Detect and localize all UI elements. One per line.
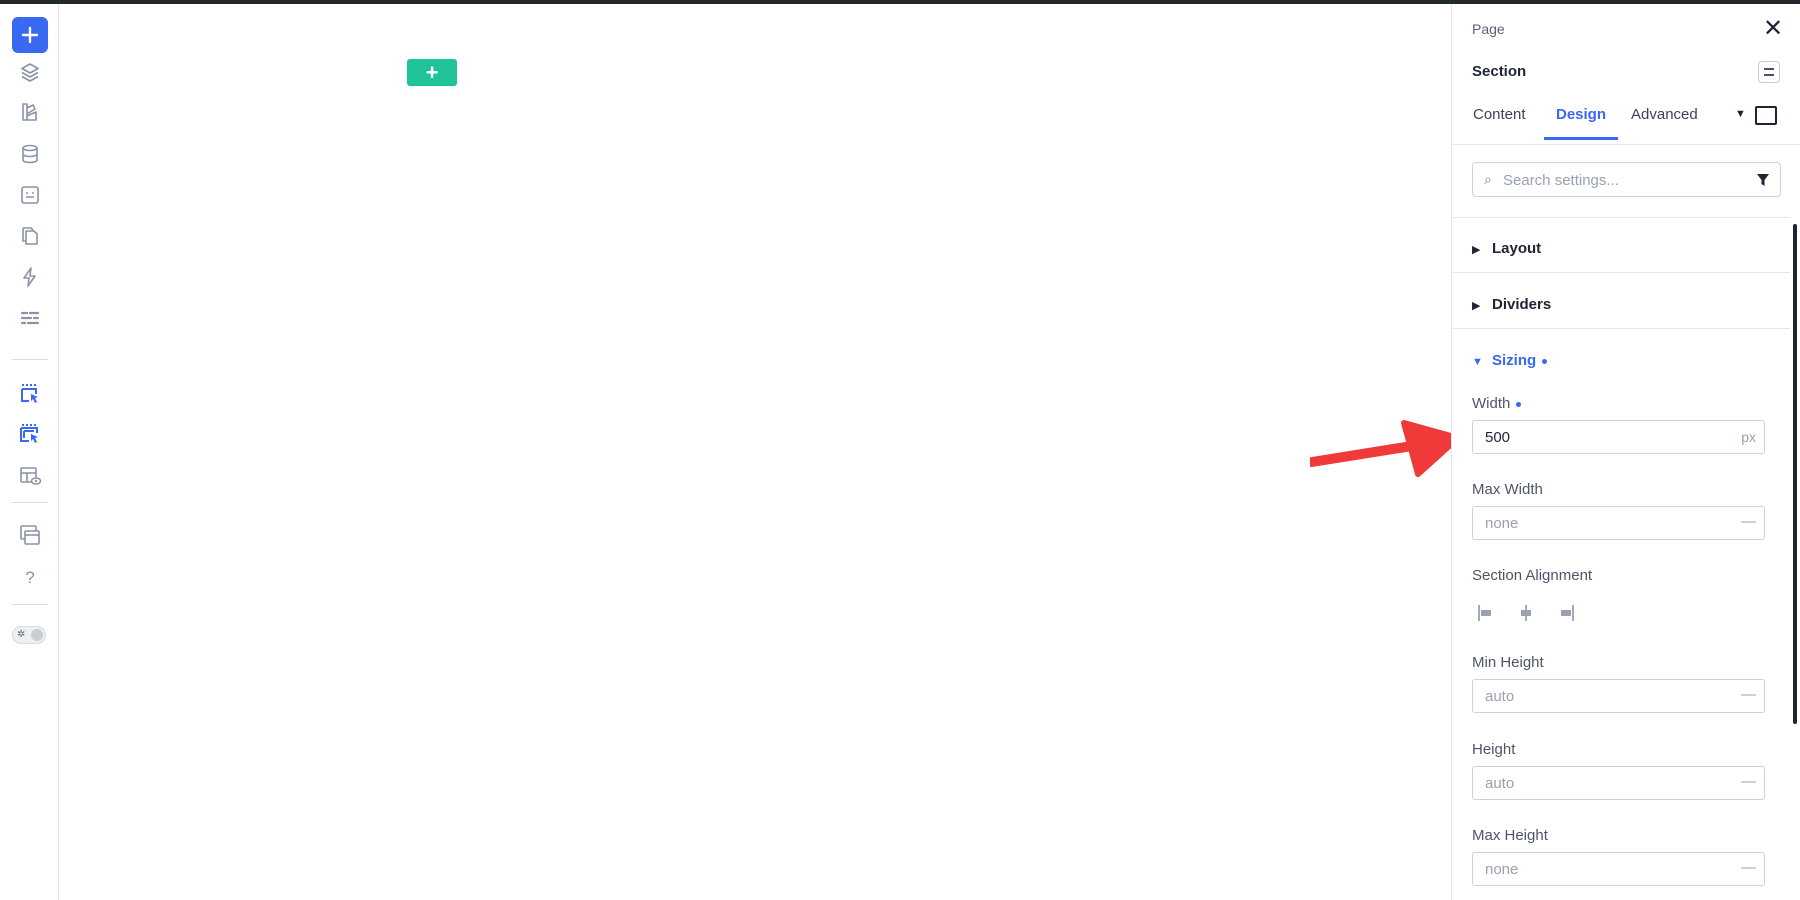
unit-selector[interactable]: — bbox=[1741, 773, 1756, 790]
section-divider bbox=[1452, 217, 1790, 218]
preview-icon bbox=[20, 467, 42, 485]
align-left-icon bbox=[1478, 605, 1491, 621]
rail-divider bbox=[12, 604, 48, 605]
accordion-label: Layout bbox=[1492, 240, 1542, 257]
unit-selector[interactable]: — bbox=[1741, 513, 1756, 530]
align-right-icon bbox=[1561, 605, 1574, 621]
unit-selector[interactable]: — bbox=[1741, 686, 1756, 703]
modified-indicator bbox=[1542, 358, 1548, 364]
interactions-icon bbox=[23, 267, 36, 287]
select-element-icon bbox=[21, 384, 38, 403]
plus-icon bbox=[21, 26, 39, 44]
height-label: Height bbox=[1472, 741, 1516, 758]
sun-icon: ✲ bbox=[17, 629, 26, 640]
align-center-icon bbox=[1521, 605, 1531, 621]
caret-right-icon: ▶ bbox=[1472, 244, 1481, 256]
rail-divider bbox=[12, 502, 48, 503]
height-field: — bbox=[1472, 766, 1765, 800]
panel-title: Section bbox=[1472, 63, 1527, 80]
caret-right-icon: ▶ bbox=[1472, 300, 1481, 312]
tab-design[interactable]: Design bbox=[1544, 106, 1619, 140]
components-button[interactable] bbox=[12, 94, 48, 130]
section-divider bbox=[1452, 272, 1790, 273]
field-label-text: Width bbox=[1472, 395, 1511, 412]
align-left-button[interactable] bbox=[1472, 600, 1498, 626]
help-button[interactable]: ? bbox=[12, 560, 48, 596]
unit-selector[interactable]: px bbox=[1741, 429, 1756, 445]
plus-icon: + bbox=[425, 59, 439, 85]
select-element-button[interactable] bbox=[12, 376, 48, 412]
windows-icon bbox=[20, 525, 40, 545]
settings-button[interactable] bbox=[12, 300, 48, 336]
panel-tabs: Content Design Advanced ▼ bbox=[1452, 94, 1800, 145]
accordion-layout[interactable]: ▶ Layout bbox=[1472, 240, 1541, 257]
caret-down-icon: ▼ bbox=[1472, 356, 1483, 368]
min-height-input[interactable] bbox=[1485, 685, 1715, 707]
accordion-sizing[interactable]: ▼ Sizing bbox=[1472, 352, 1548, 369]
section-options-icon[interactable] bbox=[1758, 61, 1780, 83]
database-button[interactable] bbox=[12, 136, 48, 172]
select-parent-icon bbox=[20, 424, 38, 443]
width-field: px bbox=[1472, 420, 1765, 454]
close-icon: ✕ bbox=[1762, 15, 1784, 42]
settings-panel: Page ✕ Section Content Design Advanced ▼… bbox=[1451, 4, 1800, 900]
panel-scrollbar[interactable] bbox=[1793, 224, 1797, 724]
layers-icon bbox=[21, 63, 39, 82]
modified-indicator bbox=[1516, 401, 1522, 407]
width-label: Width bbox=[1472, 395, 1522, 412]
left-toolbar: ? ✲ bbox=[0, 4, 59, 900]
accordion-label: Sizing bbox=[1492, 352, 1537, 369]
section-alignment-label: Section Alignment bbox=[1472, 567, 1593, 584]
max-width-input[interactable] bbox=[1485, 512, 1715, 534]
layers-button[interactable] bbox=[12, 54, 48, 90]
max-height-label: Max Height bbox=[1472, 827, 1548, 844]
template-button[interactable] bbox=[12, 177, 48, 213]
min-height-field: — bbox=[1472, 679, 1765, 713]
search-input[interactable] bbox=[1503, 168, 1743, 192]
max-width-label: Max Width bbox=[1472, 481, 1543, 498]
tab-advanced[interactable]: Advanced bbox=[1631, 106, 1698, 137]
align-right-button[interactable] bbox=[1554, 600, 1580, 626]
section-divider bbox=[1452, 328, 1790, 329]
width-input[interactable] bbox=[1485, 426, 1715, 448]
align-center-button[interactable] bbox=[1513, 600, 1539, 626]
interactions-button[interactable] bbox=[12, 259, 48, 295]
min-height-label: Min Height bbox=[1472, 654, 1544, 671]
tab-content[interactable]: Content bbox=[1473, 106, 1526, 137]
theme-toggle[interactable]: ✲ bbox=[12, 626, 46, 644]
height-input[interactable] bbox=[1485, 772, 1715, 794]
toggle-knob bbox=[31, 629, 43, 641]
accordion-dividers[interactable]: ▶ Dividers bbox=[1472, 296, 1551, 313]
rail-divider bbox=[12, 359, 48, 360]
chevron-down-icon[interactable]: ▼ bbox=[1735, 108, 1746, 120]
filter-icon[interactable] bbox=[1756, 173, 1770, 187]
add-section-button[interactable]: + bbox=[407, 59, 457, 86]
select-parent-button[interactable] bbox=[12, 416, 48, 452]
annotation-arrow-icon bbox=[1310, 420, 1460, 477]
help-icon: ? bbox=[25, 568, 35, 587]
settings-icon bbox=[20, 311, 40, 325]
section-alignment-group bbox=[1472, 600, 1592, 626]
components-icon bbox=[22, 103, 37, 121]
windows-button[interactable] bbox=[12, 517, 48, 553]
search-settings: ⌕ bbox=[1472, 162, 1781, 197]
unit-selector[interactable]: — bbox=[1741, 859, 1756, 876]
database-icon bbox=[22, 144, 38, 164]
preview-button[interactable] bbox=[12, 458, 48, 494]
builder-canvas[interactable]: + bbox=[60, 4, 1451, 900]
search-icon: ⌕ bbox=[1484, 171, 1492, 187]
max-width-field: — bbox=[1472, 506, 1765, 540]
pages-icon bbox=[22, 227, 38, 245]
accordion-label: Dividers bbox=[1492, 296, 1552, 313]
add-element-button[interactable] bbox=[12, 17, 48, 53]
desktop-device-icon[interactable] bbox=[1755, 106, 1777, 125]
max-height-field: — bbox=[1472, 852, 1765, 886]
pages-button[interactable] bbox=[12, 218, 48, 254]
close-panel-button[interactable]: ✕ bbox=[1762, 15, 1784, 42]
max-height-input[interactable] bbox=[1485, 858, 1715, 880]
breadcrumb[interactable]: Page bbox=[1472, 21, 1505, 37]
template-icon bbox=[21, 186, 39, 204]
